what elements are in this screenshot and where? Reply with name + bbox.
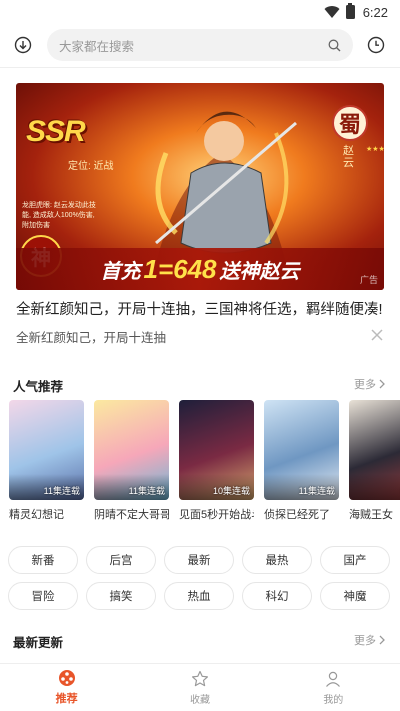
film-reel-icon xyxy=(58,670,75,686)
nav-favorites-label: 收藏 xyxy=(189,694,210,706)
nav-mine[interactable]: 我的 xyxy=(267,664,400,711)
bottom-nav: 推荐 收藏 我的 xyxy=(0,663,400,711)
episode-badge: 11集连载 xyxy=(128,486,165,496)
episode-badge: 11集连载 xyxy=(298,486,335,496)
status-bar: 6:22 xyxy=(0,0,400,24)
ad-banner[interactable]: SSR 神 定位: 近战 龙胆虎眼: 赵云发动此技能, 造成敌人100%伤害, … xyxy=(16,83,384,290)
slogan-highlight: 1=648 xyxy=(143,253,217,284)
section-title-latest: 最新更新 xyxy=(13,636,64,650)
status-time: 6:22 xyxy=(362,4,388,20)
genre-tag[interactable]: 冒险 xyxy=(8,582,78,610)
search-input[interactable]: 大家都在搜索 xyxy=(47,29,353,61)
anime-cover: 11集连载 xyxy=(264,400,339,500)
genre-tag[interactable]: 热血 xyxy=(164,582,234,610)
close-icon[interactable] xyxy=(370,328,384,342)
clock-icon xyxy=(367,36,385,54)
anime-card[interactable]: 11集连载侦探已经死了 xyxy=(264,400,339,520)
ad-subtitle: 全新红颜知己，开局十连抽 xyxy=(16,331,167,345)
slogan-prefix: 首充 xyxy=(100,260,141,283)
history-button[interactable] xyxy=(356,26,396,64)
anime-card[interactable]: 11集连载精灵幻想记 xyxy=(9,400,84,520)
chevron-right-icon xyxy=(379,379,385,389)
search-icon xyxy=(328,39,341,51)
cover-shade xyxy=(349,474,400,500)
episode-badge: 11集连载 xyxy=(43,486,80,496)
genre-tag[interactable]: 最新 xyxy=(164,546,234,574)
download-button[interactable] xyxy=(3,26,43,64)
faction-badge: 蜀 xyxy=(332,105,368,141)
nav-home-label: 推荐 xyxy=(55,693,78,705)
skill-description: 龙胆虎眼: 赵云发动此技能, 造成敌人100%伤害, 附加伤害 xyxy=(22,202,96,229)
genre-tag[interactable]: 搞笑 xyxy=(86,582,156,610)
nav-favorites[interactable]: 收藏 xyxy=(133,664,266,711)
anime-title: 精灵幻想记 xyxy=(9,509,64,520)
anime-title: 见面5秒开始战斗 xyxy=(179,509,254,520)
top-bar: 大家都在搜索 xyxy=(0,26,400,64)
more-latest-link[interactable]: 更多 xyxy=(354,632,386,648)
episode-badge: 10集连载 xyxy=(212,486,250,496)
section-title-popular: 人气推荐 xyxy=(13,380,64,394)
position-label: 定位: 近战 xyxy=(68,161,114,172)
genre-tag[interactable]: 最热 xyxy=(242,546,312,574)
user-icon xyxy=(326,671,341,687)
anime-title: 海贼王女 xyxy=(349,509,393,520)
battery-icon xyxy=(345,3,355,19)
genre-tag[interactable]: 后宫 xyxy=(86,546,156,574)
ssr-label: SSR xyxy=(26,115,86,148)
genre-tag[interactable]: 新番 xyxy=(8,546,78,574)
wifi-icon xyxy=(324,6,340,19)
star-icon xyxy=(191,670,208,686)
anime-card[interactable]: 11集连载阴晴不定大哥哥 xyxy=(94,400,169,520)
genre-tag[interactable]: 神魔 xyxy=(320,582,390,610)
more-label: 更多 xyxy=(354,379,376,391)
genre-tag[interactable]: 科幻 xyxy=(242,582,312,610)
hero-name: 赵云 xyxy=(343,145,354,169)
more-label: 更多 xyxy=(354,635,376,647)
genre-tag[interactable]: 国产 xyxy=(320,546,390,574)
popular-list: 11集连载 精灵幻想记 11集连载 阴晴不定大哥哥 10集连载 见面5秒开始战斗 11集连载… xyxy=(9,400,400,520)
star-rating: ★★★★★ xyxy=(366,146,384,153)
anime-card[interactable]: 06集海贼王女 xyxy=(349,400,400,520)
search-placeholder: 大家都在搜索 xyxy=(59,39,135,54)
download-icon xyxy=(14,36,32,54)
ad-tag: 广告 xyxy=(359,275,378,285)
anime-cover: 11集连载 xyxy=(9,400,84,500)
header-divider xyxy=(0,67,400,68)
nav-mine-label: 我的 xyxy=(323,694,344,706)
anime-title: 阴晴不定大哥哥 xyxy=(94,509,169,520)
anime-cover: 11集连载 xyxy=(94,400,169,500)
anime-title: 侦探已经死了 xyxy=(264,509,330,520)
anime-card[interactable]: 10集连载见面5秒开始战斗 xyxy=(179,400,254,520)
slogan-suffix: 送神赵云 xyxy=(219,260,300,283)
nav-home[interactable]: 推荐 xyxy=(0,664,133,711)
genre-tags: 新番 后宫 最新 最热 国产冒险 搞笑 热血 科幻 神魔 xyxy=(8,546,392,610)
banner-slogan: 首充 1=648 送神赵云 xyxy=(16,248,384,290)
ad-title[interactable]: 全新红颜知己，开局十连抽，三国神将任选，羁绊随便凑! xyxy=(16,298,383,319)
chevron-right-icon xyxy=(379,635,385,645)
anime-cover: 06集 xyxy=(349,400,400,500)
anime-cover: 10集连载 xyxy=(179,400,254,500)
more-popular-link[interactable]: 更多 xyxy=(354,376,386,392)
